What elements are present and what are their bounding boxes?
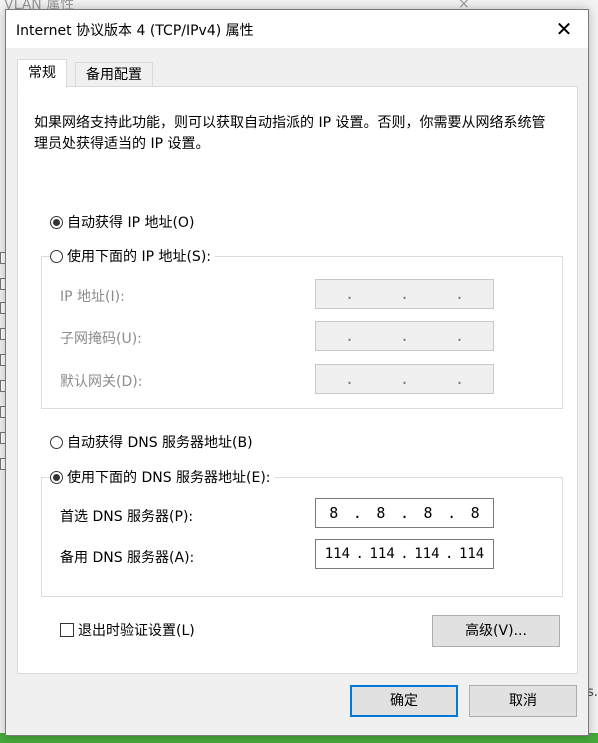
radio-selected-icon	[50, 215, 63, 229]
ip-address-label: IP 地址(I):	[60, 289, 125, 305]
cancel-button[interactable]: 取消	[469, 685, 577, 717]
gateway-field[interactable]: ...	[315, 364, 494, 394]
dialog-title: Internet 协议版本 4 (TCP/IPv4) 属性	[16, 23, 254, 39]
manual-dns-label: 使用下面的 DNS 服务器地址(E):	[67, 470, 271, 486]
manual-dns-radio[interactable]: 使用下面的 DNS 服务器地址(E):	[50, 467, 275, 487]
subnet-mask-field[interactable]: ...	[315, 321, 494, 351]
auto-dns-radio[interactable]: 自动获得 DNS 服务器地址(B)	[50, 432, 257, 452]
auto-ip-label: 自动获得 IP 地址(O)	[67, 215, 195, 231]
description-text: 如果网络支持此功能，则可以获取自动指派的 IP 设置。否则，你需要从网络系统管理…	[34, 115, 546, 152]
gateway-label: 默认网关(D):	[60, 374, 143, 390]
checkbox-unchecked-icon	[60, 623, 74, 637]
validate-on-exit-label: 退出时验证设置(L)	[78, 623, 195, 639]
title-bar[interactable]: Internet 协议版本 4 (TCP/IPv4) 属性 ✕	[6, 10, 588, 48]
close-icon[interactable]: ✕	[546, 12, 582, 46]
radio-selected-icon	[50, 470, 63, 484]
auto-ip-radio[interactable]: 自动获得 IP 地址(O)	[50, 212, 199, 232]
tab-general[interactable]: 常规	[17, 59, 67, 89]
validate-on-exit-checkbox[interactable]: 退出时验证设置(L)	[60, 620, 195, 640]
auto-dns-label: 自动获得 DNS 服务器地址(B)	[67, 435, 253, 451]
preferred-dns-label: 首选 DNS 服务器(P):	[60, 509, 194, 525]
advanced-button[interactable]: 高级(V)...	[432, 615, 560, 647]
ip-address-field[interactable]: ...	[315, 279, 494, 309]
alternate-dns-label: 备用 DNS 服务器(A):	[60, 550, 195, 566]
radio-unselected-icon	[50, 249, 63, 263]
subnet-mask-label: 子网掩码(U):	[60, 331, 142, 347]
general-tab-panel: 如果网络支持此功能，则可以获取自动指派的 IP 设置。否则，你需要从网络系统管理…	[17, 86, 578, 674]
ok-button[interactable]: 确定	[350, 685, 458, 717]
manual-ip-radio[interactable]: 使用下面的 IP 地址(S):	[50, 246, 215, 266]
tcp-ipv4-properties-dialog: Internet 协议版本 4 (TCP/IPv4) 属性 ✕ 常规 备用配置 …	[5, 9, 589, 736]
manual-dns-group	[41, 477, 563, 597]
radio-unselected-icon	[50, 435, 63, 449]
tab-alternate-config[interactable]: 备用配置	[75, 62, 153, 88]
manual-ip-label: 使用下面的 IP 地址(S):	[67, 249, 211, 265]
preferred-dns-field[interactable]: 8. 8. 8. 8	[315, 498, 494, 528]
alternate-dns-field[interactable]: 114. 114. 114. 114	[315, 539, 494, 569]
